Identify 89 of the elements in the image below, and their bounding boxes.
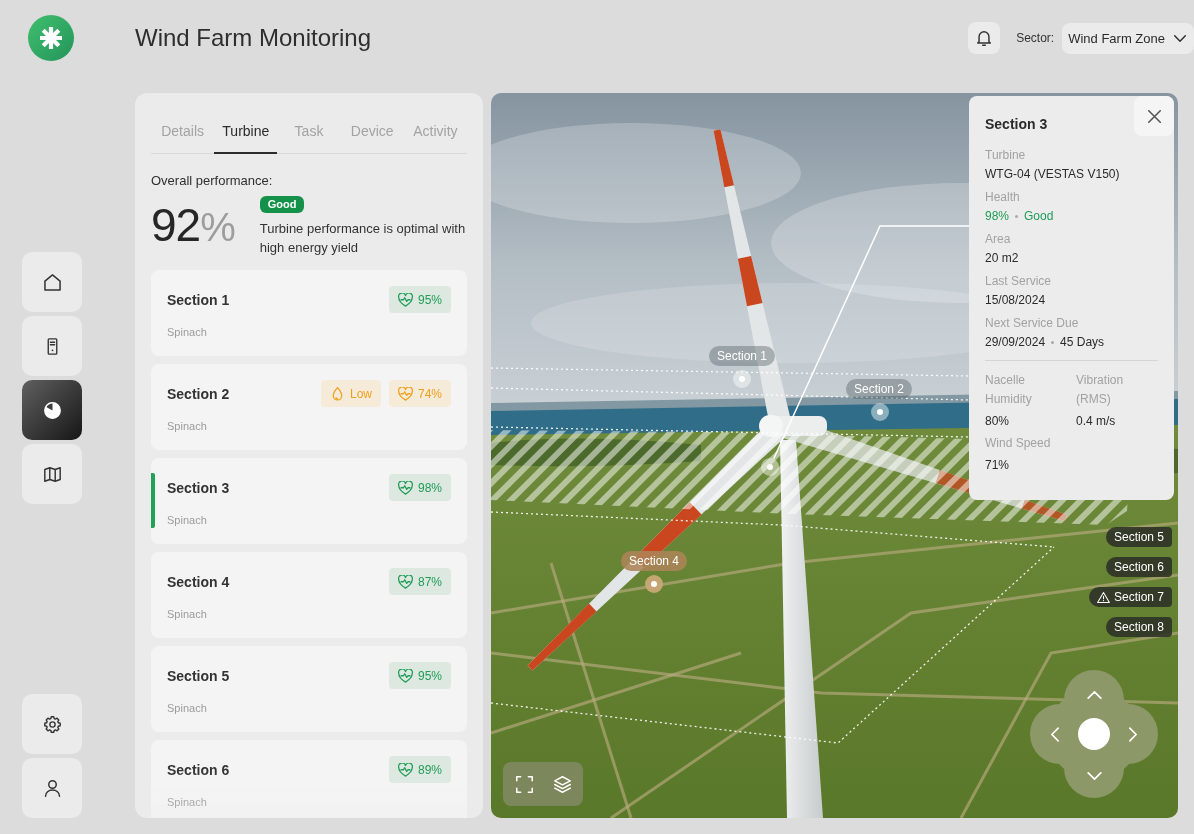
tab[interactable]: Turbine bbox=[214, 109, 278, 154]
sector-dropdown[interactable]: Wind Farm Zone bbox=[1062, 22, 1194, 54]
sector-label: Sector: bbox=[1016, 31, 1055, 45]
metric-label: Nacelle Humidity bbox=[985, 372, 1033, 408]
marker-dot-icon[interactable] bbox=[645, 575, 663, 593]
health-badge: 87% bbox=[388, 568, 451, 595]
health-badge: 74% bbox=[388, 380, 451, 407]
section-chip[interactable]: Section 5 bbox=[1105, 527, 1172, 547]
crop-label: Spinach bbox=[167, 325, 208, 339]
crop-label: Spinach bbox=[167, 701, 208, 715]
field-value: 15/08/2024 bbox=[985, 292, 1046, 309]
pie-chart-icon bbox=[43, 401, 61, 419]
field-note: 45 Days bbox=[1060, 334, 1105, 351]
section-title: Section 3 bbox=[167, 479, 230, 496]
close-button[interactable] bbox=[1134, 96, 1174, 136]
home-icon bbox=[43, 273, 61, 291]
heart-pulse-icon bbox=[397, 480, 413, 495]
section-title: Section 2 bbox=[167, 385, 230, 402]
heart-pulse-icon bbox=[397, 762, 413, 777]
heart-pulse-icon bbox=[397, 292, 413, 307]
field-label: Area bbox=[985, 231, 1012, 248]
metric-value: 0.4 m/s bbox=[1076, 413, 1117, 430]
health-badge: 95% bbox=[388, 286, 451, 313]
section-card[interactable]: Section 5 95% Spinach bbox=[151, 646, 467, 732]
nav-button[interactable] bbox=[22, 444, 82, 504]
notifications-button[interactable] bbox=[968, 22, 1001, 54]
chevron-right-icon bbox=[1129, 726, 1137, 742]
bell-icon bbox=[977, 30, 992, 46]
section-card[interactable]: Section 1 95% Spinach bbox=[151, 270, 467, 356]
field-value: 20 m2 bbox=[985, 250, 1019, 267]
marker-dot-icon[interactable] bbox=[733, 370, 751, 388]
settings-icon bbox=[43, 715, 61, 733]
layers-icon bbox=[553, 775, 571, 793]
field-label: Last Service bbox=[985, 273, 1053, 290]
section-chip[interactable]: Section 8 bbox=[1105, 617, 1172, 637]
section-card[interactable]: Section 3 98% Spinach bbox=[151, 458, 467, 544]
health-badge: 98% bbox=[388, 474, 451, 501]
performance-value: 92% bbox=[151, 200, 236, 252]
metric-label: Wind Speed bbox=[985, 435, 1052, 452]
field-label: Turbine bbox=[985, 147, 1027, 164]
field-value: 98% bbox=[985, 208, 1010, 225]
user-icon bbox=[43, 779, 61, 797]
metric-value: 80% bbox=[985, 413, 1011, 430]
section-card[interactable]: Section 2 Low 74% Spinach bbox=[151, 364, 467, 450]
popup-title: Section 3 bbox=[985, 115, 1048, 133]
crop-label: Spinach bbox=[167, 795, 208, 809]
health-badge: 89% bbox=[388, 756, 451, 783]
section-chip[interactable]: Section 7 bbox=[1088, 587, 1172, 607]
fullscreen-icon bbox=[515, 775, 533, 793]
metric-label: Vibration (RMS) bbox=[1076, 372, 1125, 408]
performance-label: Overall performance: bbox=[151, 173, 274, 189]
section-title: Section 6 bbox=[167, 761, 230, 778]
asterisk-logo-icon bbox=[28, 15, 74, 61]
field-value: 29/09/2024 bbox=[985, 334, 1046, 351]
heart-pulse-icon bbox=[397, 668, 413, 683]
warning-triangle-icon bbox=[1096, 591, 1110, 603]
section-title: Section 4 bbox=[167, 573, 230, 590]
performance-description: Turbine performance is optimal with high energy yield bbox=[259, 220, 467, 257]
moisture-badge: Low bbox=[320, 380, 381, 407]
chevron-down-icon bbox=[1174, 34, 1186, 42]
chevron-down-icon bbox=[1086, 772, 1102, 780]
section-title: Section 1 bbox=[167, 291, 230, 308]
chevron-up-icon bbox=[1086, 691, 1102, 699]
page-title: Wind Farm Monitoring bbox=[135, 24, 373, 52]
close-icon bbox=[1147, 109, 1161, 123]
health-badge: 95% bbox=[388, 662, 451, 689]
marker-label[interactable]: Section 4 bbox=[621, 551, 687, 571]
crop-label: Spinach bbox=[167, 419, 208, 433]
metric-value: 71% bbox=[985, 457, 1011, 474]
nav-button[interactable] bbox=[22, 380, 82, 440]
separator-dot-icon bbox=[1051, 340, 1055, 344]
chevron-left-icon bbox=[1051, 726, 1059, 742]
field-label: Next Service Due bbox=[985, 315, 1080, 332]
crop-label: Spinach bbox=[167, 513, 208, 527]
section-title: Section 5 bbox=[167, 667, 230, 684]
status-badge: Good bbox=[259, 196, 305, 213]
crop-label: Spinach bbox=[167, 607, 208, 621]
field-label: Health bbox=[985, 189, 1021, 206]
heart-pulse-icon bbox=[397, 386, 413, 401]
marker-dot-icon[interactable] bbox=[871, 403, 889, 421]
section-chip[interactable]: Section 6 bbox=[1105, 557, 1172, 577]
map-icon bbox=[43, 465, 61, 483]
marker-dot-icon[interactable] bbox=[761, 458, 779, 476]
separator-dot-icon bbox=[1015, 214, 1019, 218]
field-value: WTG-04 (VESTAS V150) bbox=[985, 166, 1120, 183]
section-card[interactable]: Section 4 87% Spinach bbox=[151, 552, 467, 638]
section-card[interactable]: Section 6 89% Spinach bbox=[151, 740, 467, 818]
field-note: Good bbox=[1024, 208, 1054, 225]
heart-pulse-icon bbox=[397, 574, 413, 589]
